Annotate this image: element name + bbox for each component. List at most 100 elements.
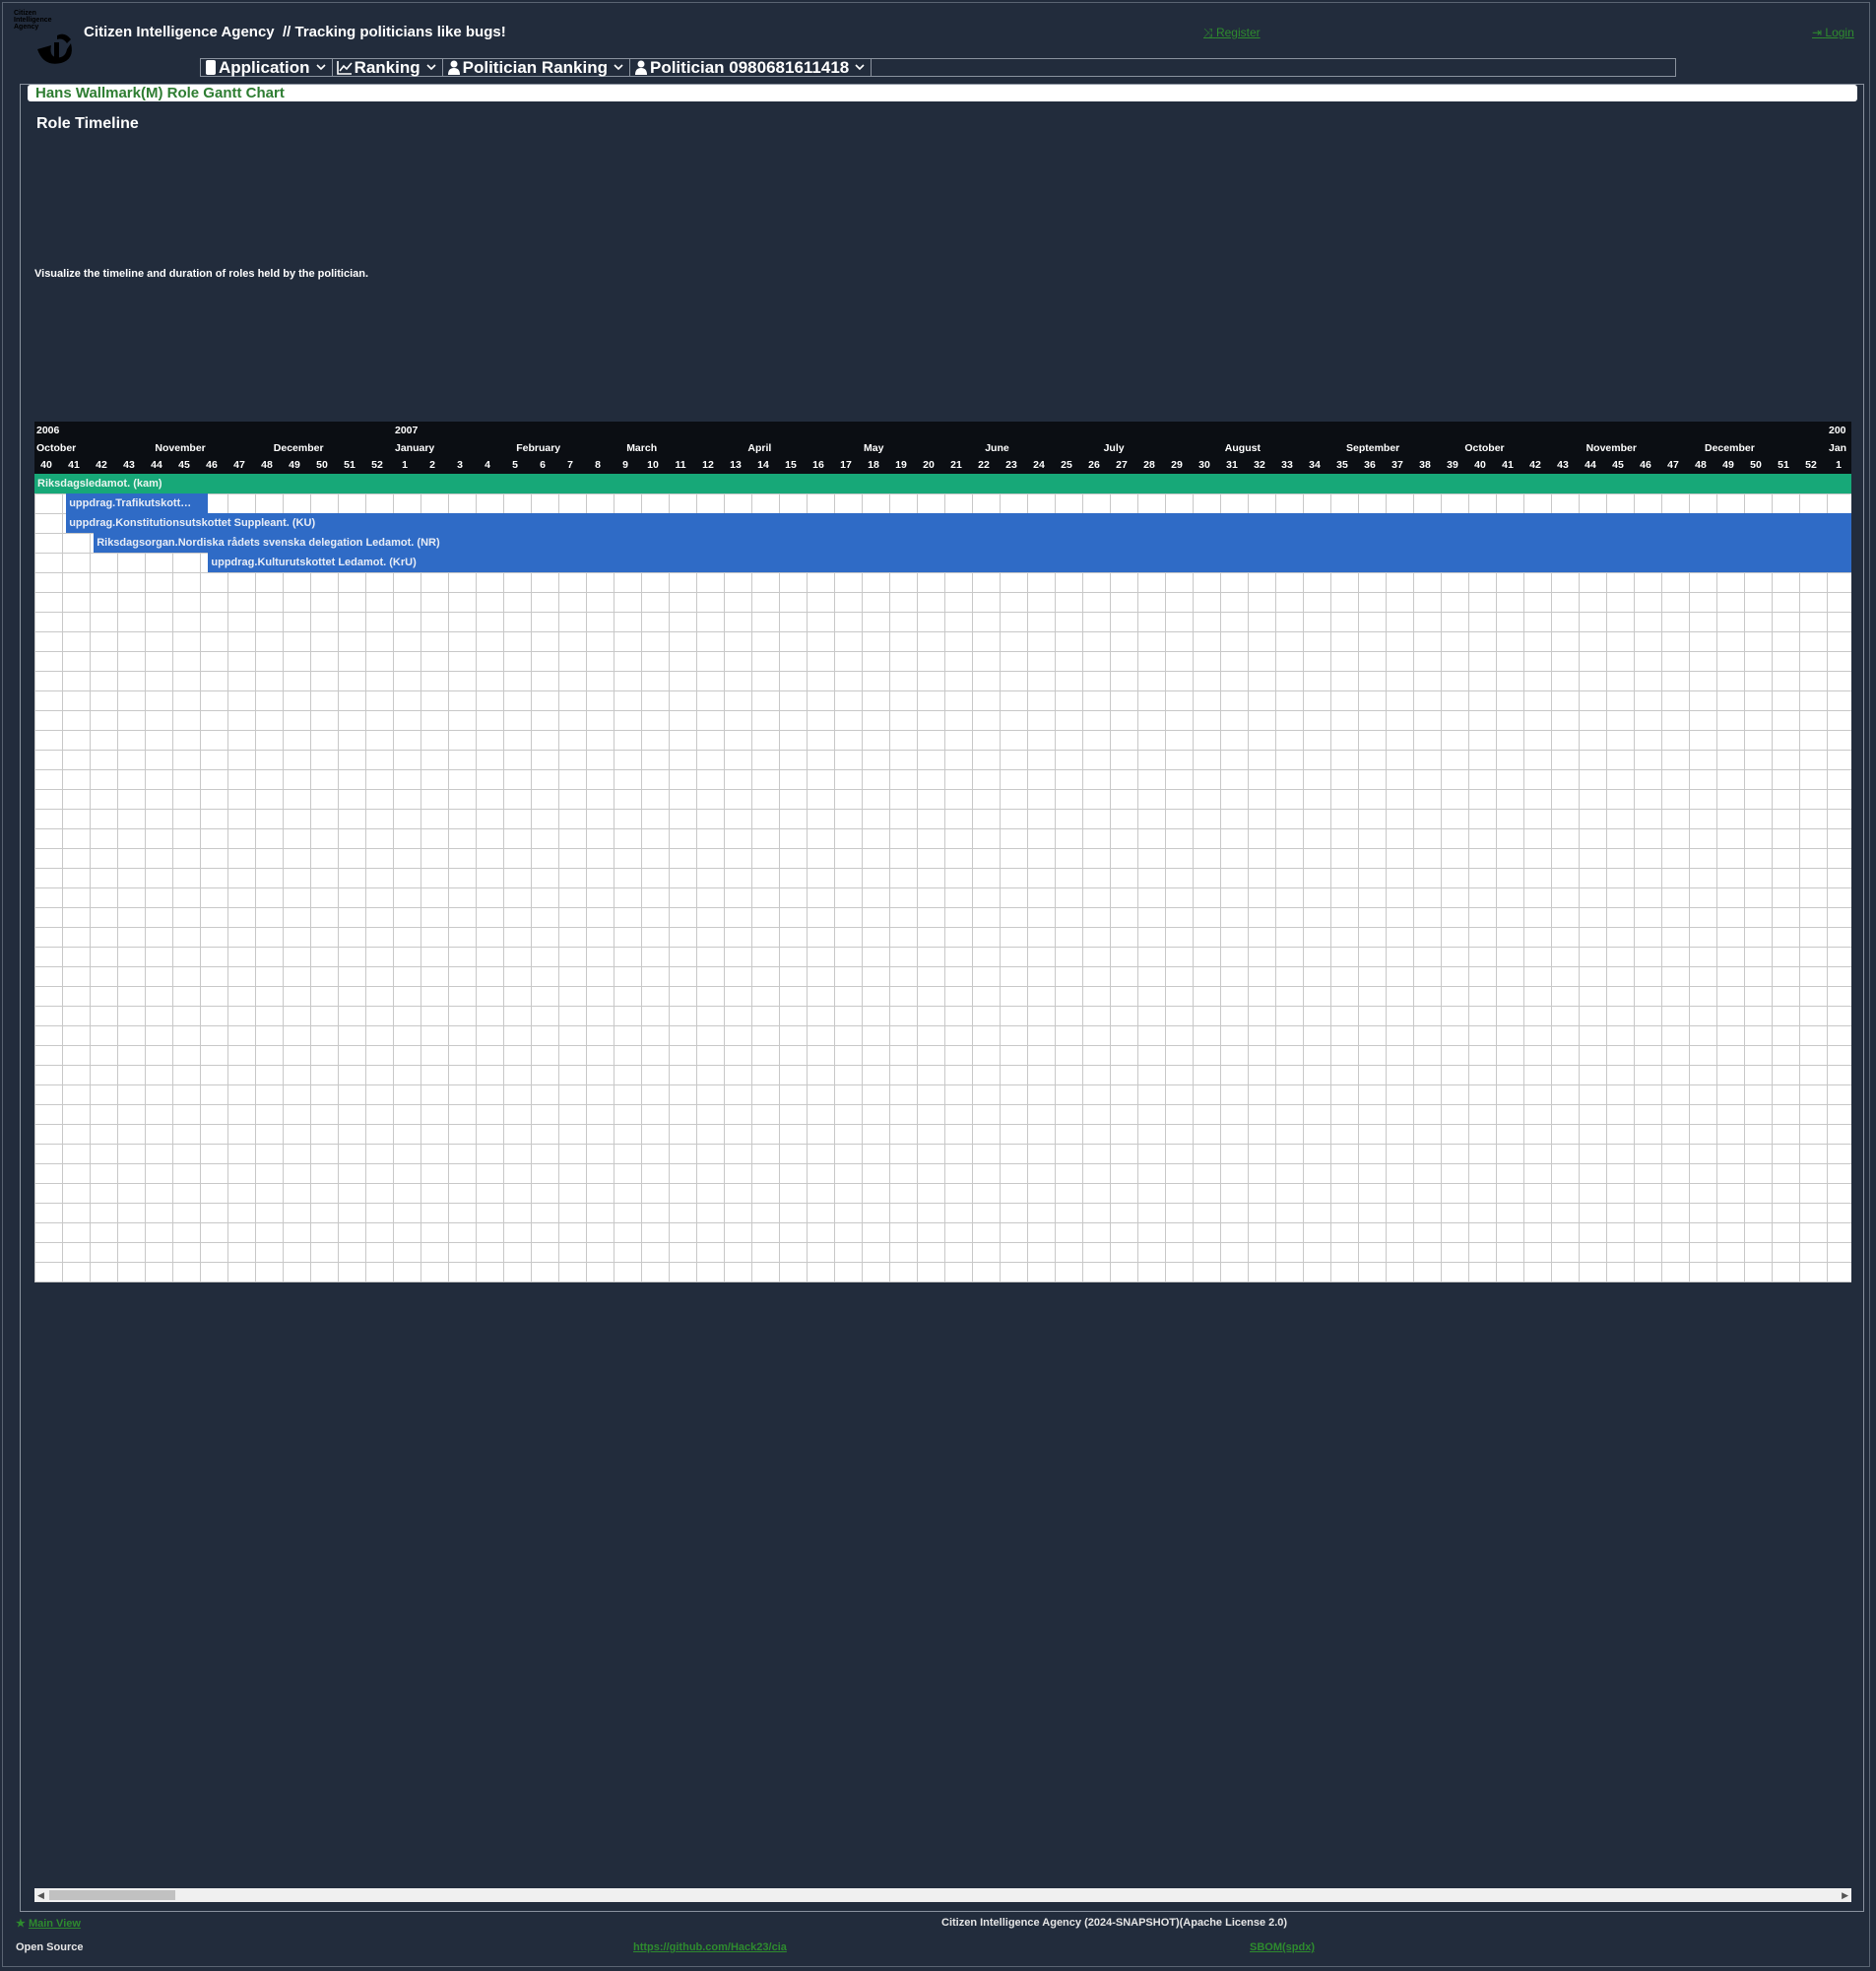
gantt-week-label: 46 [206, 459, 218, 471]
main-view-label: Main View [28, 1918, 81, 1930]
gantt-week-label: 52 [1805, 459, 1817, 471]
gantt-week-label: 2 [429, 459, 435, 471]
gantt-week-label: 50 [1750, 459, 1762, 471]
menu-application-label: Application [219, 58, 310, 77]
gantt-week-label: 48 [261, 459, 273, 471]
gantt-week-label: 45 [1612, 459, 1624, 471]
gantt-week-label: 47 [233, 459, 245, 471]
gantt-month-label: May [864, 442, 884, 454]
page-header: Hans Wallmark(M) Role Gantt Chart [28, 85, 1857, 101]
gantt-month-label: July [1103, 442, 1125, 454]
gantt-week-label: 26 [1088, 459, 1100, 471]
gantt-week-label: 13 [730, 459, 742, 471]
gantt-week-label: 11 [675, 459, 686, 471]
top-bar: Citizen Intelligence Agency Citizen Inte… [0, 0, 1876, 64]
menu-politician-ranking[interactable]: Politician Ranking [443, 59, 630, 76]
login-link[interactable]: ⇥ Login [1812, 26, 1854, 39]
open-source-label: Open Source [16, 1941, 84, 1953]
gantt-week-label: 51 [344, 459, 356, 471]
gantt-week-label: 42 [1529, 459, 1541, 471]
gantt-week-label: 8 [595, 459, 601, 471]
gantt-week-label: 49 [289, 459, 300, 471]
gantt-task-bar[interactable]: uppdrag.Kulturutskottet Ledamot. (KrU) [208, 553, 1851, 572]
gantt-week-label: 25 [1061, 459, 1072, 471]
scroll-right-arrow-icon[interactable]: ▶ [1842, 1890, 1848, 1901]
gantt-week-label: 12 [702, 459, 714, 471]
gantt-week-label: 36 [1364, 459, 1376, 471]
gantt-task-bar[interactable]: Riksdagsorgan.Nordiska rådets svenska de… [94, 533, 1851, 553]
gantt-week-label: 47 [1667, 459, 1679, 471]
user-icon [634, 60, 647, 75]
gantt-week-label: 50 [316, 459, 328, 471]
gantt-week-label: 34 [1309, 459, 1321, 471]
github-link[interactable]: https://github.com/Hack23/cia [633, 1941, 787, 1953]
gantt-year-label: 2006 [36, 425, 60, 436]
sign-in-icon: ⇥ [1812, 26, 1823, 39]
gantt-week-label: 44 [1585, 459, 1596, 471]
gantt-week-label: 49 [1722, 459, 1734, 471]
footer: ★ Main View Citizen Intelligence Agency … [0, 1913, 1876, 1967]
horizontal-scrollbar[interactable]: ◀ ▶ [34, 1888, 1851, 1902]
app-title: Citizen Intelligence Agency // Tracking … [84, 24, 506, 40]
register-link[interactable]: ⤨ Register [1203, 26, 1261, 40]
gantt-month-label: April [747, 442, 772, 454]
gantt-month-label: December [273, 442, 324, 454]
gantt-year-row: 2006 2007 200 [34, 422, 1851, 439]
gantt-week-label: 9 [622, 459, 628, 471]
gantt-week-label: 35 [1336, 459, 1348, 471]
gantt-week-label: 43 [1557, 459, 1569, 471]
gantt-week-label: 14 [757, 459, 769, 471]
gantt-week-label: 23 [1005, 459, 1017, 471]
gantt-task-bar[interactable]: Riksdagsledamot. (kam) [34, 474, 1851, 493]
user-icon [447, 60, 460, 75]
gantt-month-label: December [1705, 442, 1755, 454]
main-menu-bar: Application Ranking Politician Ranking P… [200, 58, 1676, 77]
gantt-week-label: 1 [402, 459, 408, 471]
gantt-week-label: 22 [978, 459, 990, 471]
page-header-title: Hans Wallmark(M) Role Gantt Chart [35, 85, 285, 101]
gantt-week-label: 28 [1143, 459, 1155, 471]
shuffle-icon: ⤨ [1203, 26, 1213, 39]
menu-ranking[interactable]: Ranking [333, 59, 443, 76]
gantt-month-row: October November December January February Ma… [34, 439, 1851, 457]
cia-logo[interactable]: Citizen Intelligence Agency [14, 10, 79, 71]
gantt-week-label: 3 [457, 459, 463, 471]
gantt-week-row: 40 41 42 43 44 45 46 47 48 49 50 51 52 1 2 3 4 5 6 7 8 9 10 11 1… [34, 456, 1851, 474]
role-gantt-chart[interactable]: 2006 2007 200 October November December Janua… [34, 422, 1851, 1282]
scrollbar-thumb[interactable] [49, 1890, 175, 1900]
scroll-left-arrow-icon[interactable]: ◀ [37, 1890, 44, 1901]
gantt-week-label: 52 [371, 459, 383, 471]
register-label: Register [1215, 26, 1261, 39]
gantt-month-label: February [516, 442, 561, 454]
menu-application[interactable]: Application [201, 59, 333, 76]
gantt-week-label: 32 [1254, 459, 1265, 471]
gantt-week-label: 1 [1836, 459, 1842, 471]
chevron-down-icon [426, 64, 436, 71]
gantt-month-label: August [1224, 442, 1261, 454]
gantt-week-label: 27 [1116, 459, 1128, 471]
section-description: Visualize the timeline and duration of r… [34, 268, 369, 280]
gantt-task-bar[interactable]: uppdrag.Konstitutionsutskottet Suppleant… [66, 513, 1851, 533]
gantt-week-label: 18 [868, 459, 879, 471]
section-title: Role Timeline [36, 115, 139, 132]
menu-politician-label: Politician 0980681611418 [649, 58, 850, 77]
gantt-week-label: 40 [40, 459, 52, 471]
gantt-week-label: 6 [540, 459, 546, 471]
gantt-month-label: October [36, 442, 77, 454]
sbom-link[interactable]: SBOM(spdx) [1250, 1941, 1315, 1953]
copyright-text: Citizen Intelligence Agency (2024-SNAPSH… [941, 1917, 1288, 1929]
gantt-week-label: 45 [178, 459, 190, 471]
gantt-week-label: 4 [485, 459, 490, 471]
gantt-grid: Riksdagsledamot. (kam) uppdrag.Trafikutsk… [34, 474, 1851, 1282]
menu-ranking-label: Ranking [354, 58, 420, 77]
menu-politician[interactable]: Politician 0980681611418 [630, 58, 873, 77]
gantt-week-label: 20 [923, 459, 935, 471]
gantt-month-label: September [1346, 442, 1400, 454]
login-label: Login [1825, 26, 1854, 39]
gantt-week-label: 48 [1695, 459, 1707, 471]
main-view-link[interactable]: ★ Main View [16, 1917, 81, 1930]
gantt-task-bar[interactable]: uppdrag.Trafikutskott… [66, 493, 209, 513]
gantt-week-label: 41 [68, 459, 80, 471]
gantt-month-label: October [1464, 442, 1505, 454]
gantt-month-label: November [1585, 442, 1637, 454]
